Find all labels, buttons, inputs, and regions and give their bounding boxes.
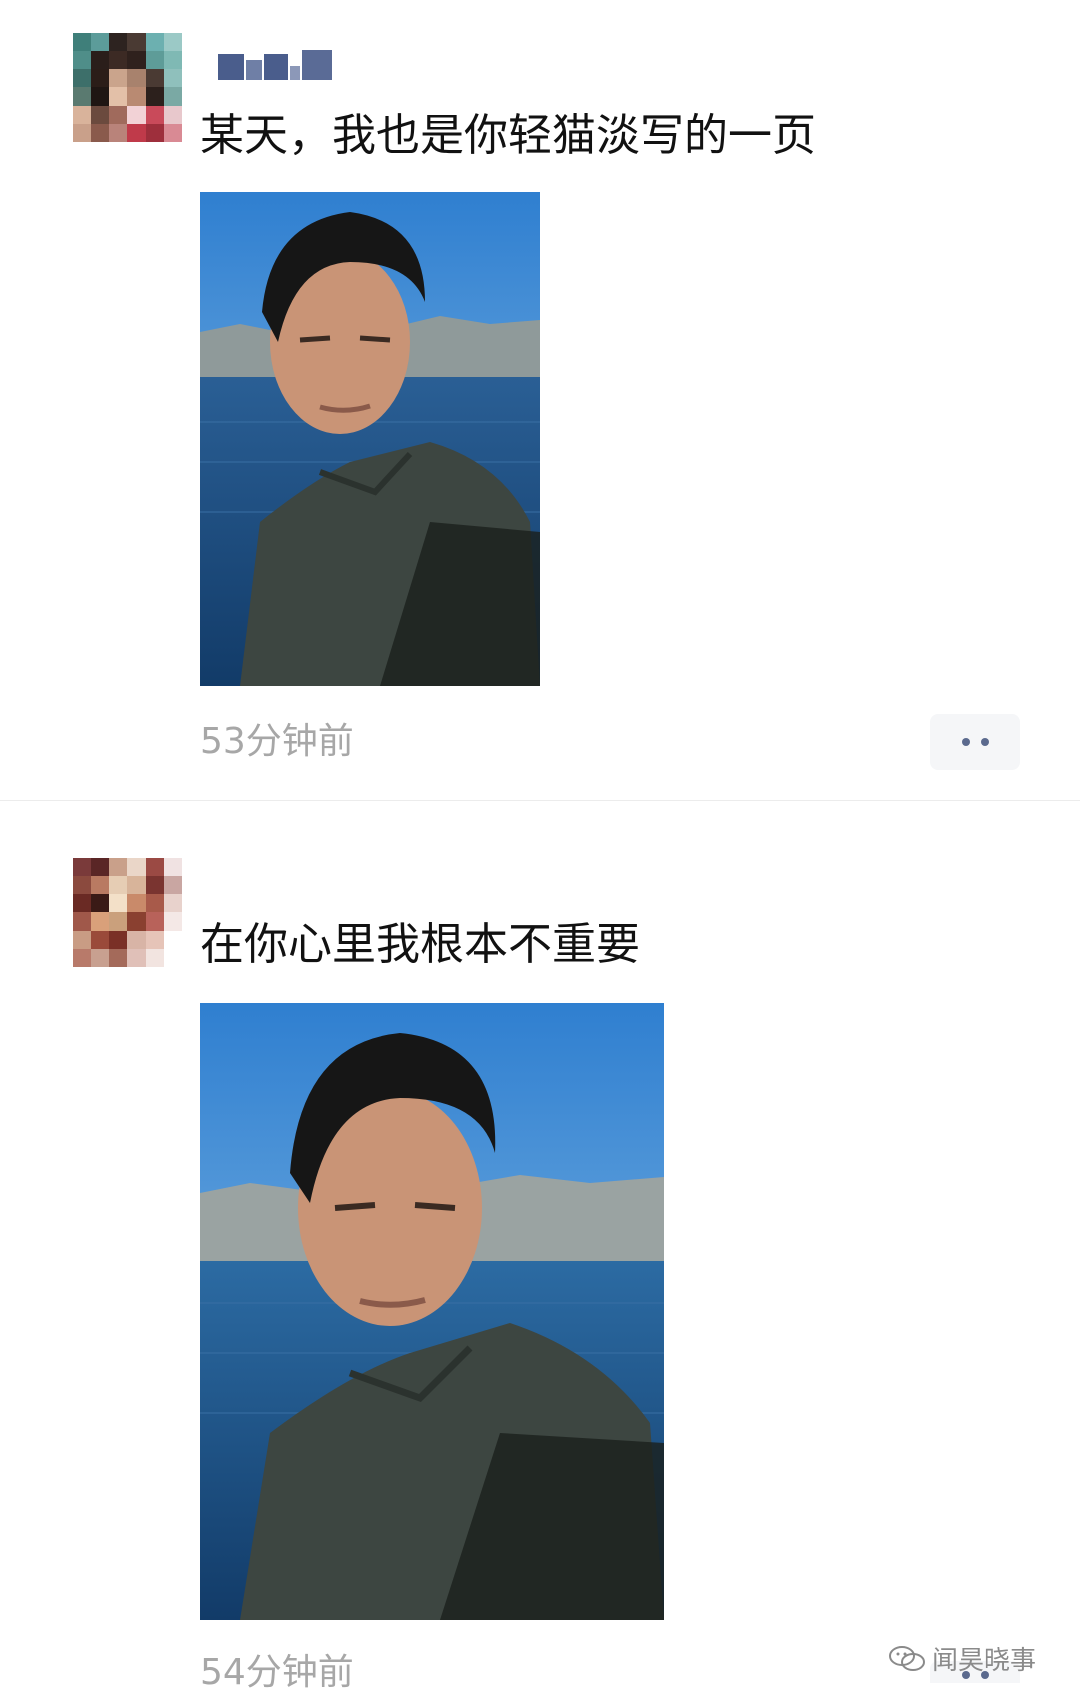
post-text: 某天，我也是你轻猫淡写的一页 [200,110,816,161]
selfie-image [200,192,540,686]
username-blurred[interactable] [218,50,332,80]
moment-post: 在你心里我根本不重要 54分钟前 [0,801,1080,1693]
moment-post: 某天，我也是你轻猫淡写的一页 53分钟前 [0,0,1080,800]
selfie-image [200,1003,664,1620]
avatar[interactable] [73,858,182,967]
post-text: 在你心里我根本不重要 [200,919,640,970]
watermark-text: 闻昊晓事 [932,1646,1037,1676]
more-button[interactable] [930,714,1020,770]
post-timestamp: 54分钟前 [200,1652,354,1693]
avatar[interactable] [73,33,182,142]
post-photo[interactable] [200,1003,664,1620]
more-dots-icon [961,738,970,746]
post-timestamp: 53分钟前 [200,721,354,762]
post-photo[interactable] [200,192,540,686]
wechat-icon [889,1645,925,1671]
watermark: 闻昊晓事 [888,1640,1036,1677]
